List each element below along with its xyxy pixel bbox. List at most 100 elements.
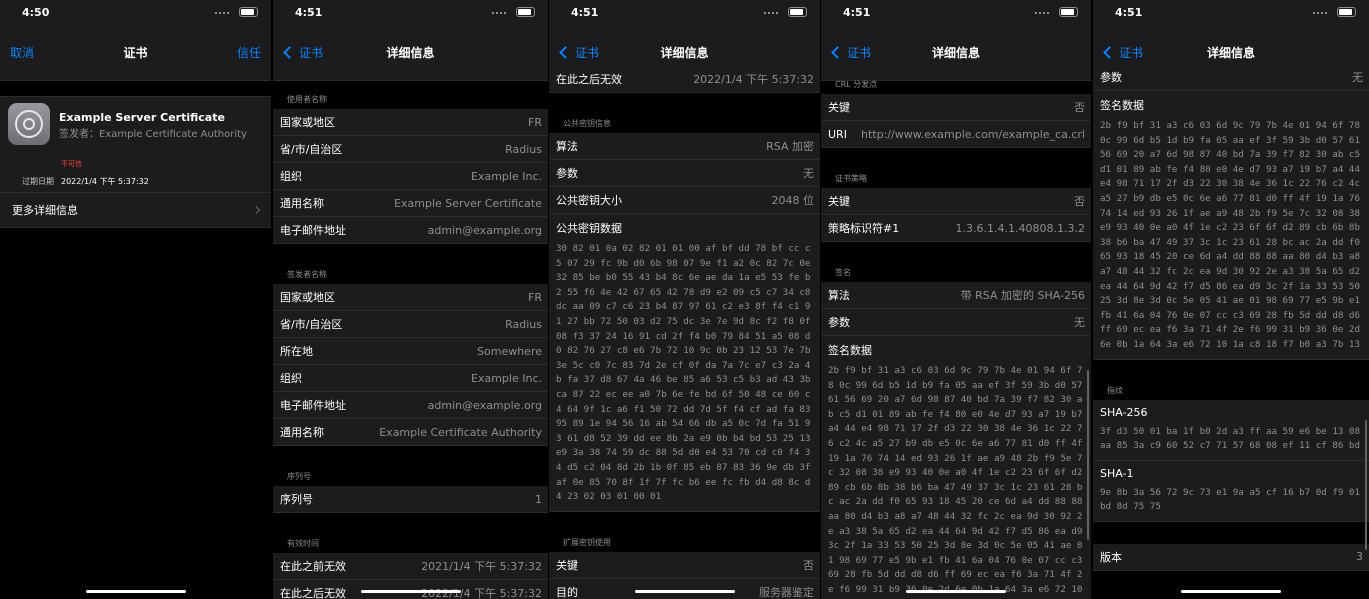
row-crl-uri: URI http://www.example.com/example_ca.crl bbox=[821, 121, 1091, 148]
row-key: 参数 bbox=[828, 316, 850, 329]
row-key: 省/市/自治区 bbox=[280, 318, 343, 331]
sig-data-label: 签名数据 bbox=[1100, 99, 1144, 112]
sha256-label: SHA-256 bbox=[1100, 405, 1148, 419]
chevron-right-icon bbox=[251, 205, 261, 215]
battery-icon bbox=[239, 7, 258, 17]
more-details-label: 更多详细信息 bbox=[12, 204, 78, 217]
row-policy-id: 策略标识符#1 1.3.6.1.4.1.40808.1.3.2 bbox=[821, 215, 1091, 242]
content: Example Server Certificate 签发者：Example C… bbox=[0, 81, 271, 599]
untrusted-badge: 不可信 bbox=[61, 160, 82, 168]
section-header-policy: 证书策略 bbox=[835, 174, 867, 183]
section-header-pubkey: 公共密钥信息 bbox=[563, 119, 611, 128]
row-serial: 序列号 1 bbox=[273, 486, 548, 513]
row-pubkey-params: 参数 无 bbox=[549, 160, 820, 187]
row-value: 服务器鉴定 bbox=[759, 585, 814, 599]
sig-data-block: 签名数据 2b f9 bf 31 a3 c6 03 6d 9c 79 7b 4e… bbox=[1093, 91, 1369, 360]
row-value: 2021/1/4 下午 5:37:32 bbox=[421, 560, 542, 573]
row-value: 2022/1/4 下午 5:37:32 bbox=[693, 73, 814, 86]
content: 在此之后无效 2022/1/4 下午 5:37:32 公共密钥信息 算法 RSA 加… bbox=[549, 66, 820, 599]
sha256-hex: 3f d3 50 01 ba 1f b0 2d a3 ff aa 59 e6 b… bbox=[1100, 425, 1360, 452]
status-bar: 4:50 bbox=[0, 0, 271, 26]
home-indicator bbox=[1181, 590, 1281, 593]
nav-bar: 取消 证书 信任 bbox=[0, 26, 271, 81]
row-value: RSA 加密 bbox=[766, 140, 814, 153]
row-key: 所在地 bbox=[280, 345, 313, 358]
signal-icon bbox=[492, 12, 506, 16]
row-sig-algorithm: 算法 带 RSA 加密的 SHA-256 bbox=[821, 282, 1091, 309]
status-bar: 4:51 bbox=[1093, 0, 1369, 26]
row-issuer-locality: 所在地 Somewhere bbox=[273, 338, 548, 365]
sha1-label: SHA-1 bbox=[1100, 466, 1134, 480]
row-policy-critical: 关键 否 bbox=[821, 188, 1091, 215]
screen-certificate: 4:50 取消 证书 信任 Example Server Certificate… bbox=[0, 0, 271, 599]
pubkey-data-hex: 30 82 01 0a 02 82 01 01 00 af bf dd 78 b… bbox=[556, 243, 811, 503]
row-value: admin@example.org bbox=[427, 398, 542, 412]
nav-title: 详细信息 bbox=[386, 46, 435, 60]
row-value: 无 bbox=[1352, 71, 1363, 84]
sig-data-hex: 2b f9 bf 31 a3 c6 03 6d 9c 79 7b 4e 01 9… bbox=[828, 365, 1083, 599]
row-subject-country: 国家或地区 FR bbox=[273, 109, 548, 136]
row-value: Radius bbox=[505, 317, 542, 331]
pubkey-data-block: 公共密钥数据 30 82 01 0a 02 82 01 01 00 af bf … bbox=[549, 214, 820, 512]
row-value: 3 bbox=[1356, 550, 1363, 564]
row-pubkey-algorithm: 算法 RSA 加密 bbox=[549, 133, 820, 160]
battery-icon bbox=[1337, 7, 1356, 17]
trust-button[interactable]: 信任 bbox=[237, 44, 261, 61]
scroll-indicator[interactable] bbox=[1087, 370, 1089, 540]
more-details-row[interactable]: 更多详细信息 bbox=[0, 192, 271, 227]
row-value: 否 bbox=[803, 558, 814, 572]
home-indicator bbox=[906, 590, 1006, 593]
status-time: 4:51 bbox=[295, 6, 323, 19]
row-pubkey-size: 公共密钥大小 2048 位 bbox=[549, 187, 820, 214]
row-key: 组织 bbox=[280, 372, 302, 385]
screen-details-1: 4:51 证书 详细信息 使用者名称 国家或地区 FR 省/市/自治区 Radius… bbox=[273, 0, 548, 599]
row-value: Example Certificate Authority bbox=[379, 425, 542, 439]
row-key: 组织 bbox=[280, 170, 302, 183]
sha1-hex: 9e 8b 3a 56 72 9c 73 e1 9a a5 cf 16 b7 0… bbox=[1100, 486, 1360, 513]
row-key: 目的 bbox=[556, 585, 578, 599]
expires-value: 2022/1/4 下午 5:37:32 bbox=[61, 177, 149, 186]
row-key: 参数 bbox=[556, 167, 578, 180]
row-key: 关键 bbox=[828, 195, 850, 208]
row-value: 1.3.6.1.4.1.40808.1.3.2 bbox=[955, 221, 1085, 235]
row-value: 否 bbox=[1074, 101, 1085, 114]
certificate-card: Example Server Certificate 签发者：Example C… bbox=[0, 96, 271, 228]
row-subject-cn: 通用名称 Example Server Certificate bbox=[273, 190, 548, 217]
scroll-indicator[interactable] bbox=[1365, 420, 1367, 550]
row-version: 版本 3 bbox=[1093, 543, 1369, 571]
content: 使用者名称 国家或地区 FR 省/市/自治区 Radius 组织 Example In… bbox=[273, 81, 548, 599]
row-key: 通用名称 bbox=[280, 426, 324, 439]
nav-title: 详细信息 bbox=[931, 46, 980, 60]
battery-icon bbox=[788, 7, 807, 17]
sig-data-block: 签名数据 2b f9 bf 31 a3 c6 03 6d 9c 79 7b 4e… bbox=[821, 336, 1091, 599]
section-header-serial: 序列号 bbox=[287, 472, 311, 481]
section-header-crl: CRL 分发点 bbox=[835, 80, 878, 89]
row-not-after: 在此之后无效 2022/1/4 下午 5:37:32 bbox=[549, 66, 820, 93]
row-eku-purpose: 目的 服务器鉴定 bbox=[549, 578, 820, 599]
section-header-issuer: 签发者名称 bbox=[287, 270, 327, 279]
row-value: FR bbox=[528, 115, 542, 129]
status-time: 4:51 bbox=[843, 6, 871, 19]
content: 参数 无 签名数据 2b f9 bf 31 a3 c6 03 6d 9c 79 7… bbox=[1093, 64, 1369, 599]
row-value: FR bbox=[528, 290, 542, 304]
expires-label: 过期日期 bbox=[22, 177, 54, 186]
row-key: 省/市/自治区 bbox=[280, 143, 343, 156]
row-sig-params: 参数 无 bbox=[1093, 64, 1369, 91]
row-key: 公共密钥大小 bbox=[556, 194, 622, 207]
row-issuer-state: 省/市/自治区 Radius bbox=[273, 311, 548, 338]
row-value: 无 bbox=[803, 167, 814, 180]
home-indicator bbox=[360, 590, 461, 593]
row-issuer-org: 组织 Example Inc. bbox=[273, 365, 548, 392]
row-key: 国家或地区 bbox=[280, 291, 335, 304]
row-value: 1 bbox=[535, 492, 542, 506]
row-key: 电子邮件地址 bbox=[280, 224, 346, 237]
sig-data-label: 签名数据 bbox=[828, 344, 872, 357]
row-issuer-email: 电子邮件地址 admin@example.org bbox=[273, 392, 548, 419]
signal-icon bbox=[764, 12, 778, 16]
row-key: 在此之后无效 bbox=[280, 587, 346, 599]
status-bar: 4:51 bbox=[273, 0, 548, 26]
section-header-signature: 签名 bbox=[835, 268, 851, 277]
nav-title: 证书 bbox=[123, 46, 148, 60]
row-key: 策略标识符#1 bbox=[828, 222, 900, 235]
status-bar: 4:51 bbox=[821, 0, 1091, 26]
